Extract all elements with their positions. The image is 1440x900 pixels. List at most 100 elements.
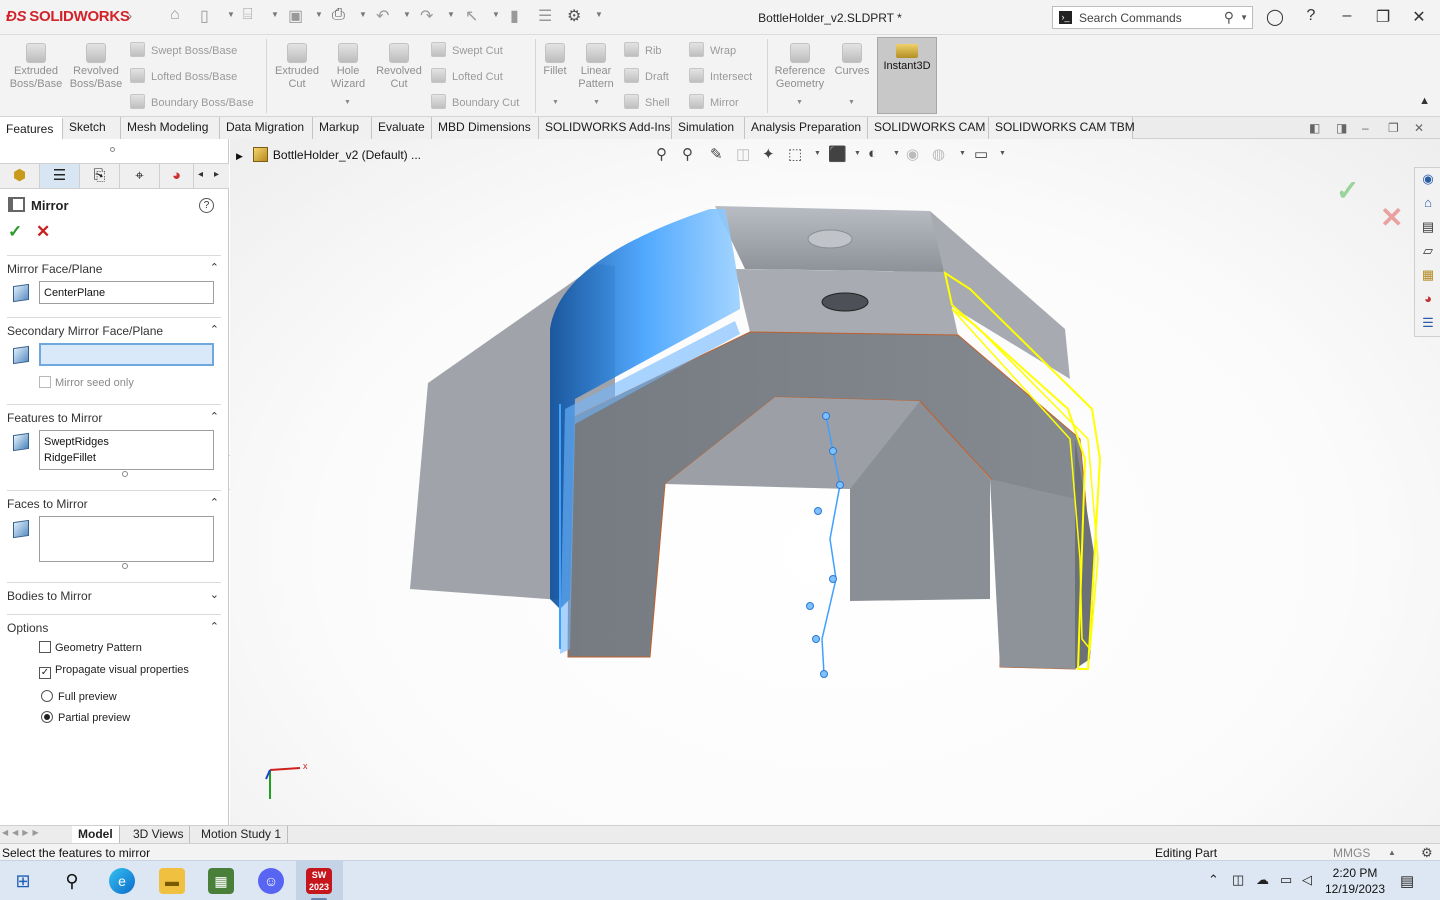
- search-input[interactable]: Search Commands: [1079, 11, 1182, 25]
- secondary-mirror-group[interactable]: Secondary Mirror Face/Plane ⌃: [7, 317, 221, 338]
- doc-restore-icon[interactable]: ❐: [1388, 121, 1399, 135]
- user-icon[interactable]: ◯: [1264, 7, 1286, 27]
- revolved-cut-button[interactable]: Revolved Cut: [372, 43, 426, 91]
- tab-solidworks-cam[interactable]: SOLIDWORKS CAM: [868, 117, 989, 139]
- ok-button[interactable]: ✓: [8, 222, 22, 242]
- doc-close-icon[interactable]: ✕: [1414, 121, 1424, 135]
- panel-grip[interactable]: [110, 147, 115, 152]
- mirror-button[interactable]: Mirror: [689, 94, 739, 109]
- chevron-down-icon[interactable]: ⌄: [210, 588, 219, 601]
- tab-motion-study[interactable]: Motion Study 1: [195, 826, 289, 844]
- search-icon[interactable]: ⚲: [59, 868, 85, 894]
- tab-analysis-preparation[interactable]: Analysis Preparation: [745, 117, 868, 139]
- tab-mesh-modeling[interactable]: Mesh Modeling: [121, 117, 220, 139]
- swept-cut-button[interactable]: Swept Cut: [431, 42, 503, 57]
- list-resize-handle[interactable]: [122, 471, 128, 477]
- units-dropdown-icon[interactable]: ▲: [1388, 848, 1396, 857]
- search-icon[interactable]: ⚲: [1224, 9, 1234, 26]
- mirror-seed-only-checkbox[interactable]: Mirror seed only: [39, 376, 134, 389]
- rebuild-status-icon[interactable]: ⚙: [1421, 845, 1433, 861]
- feature-manager-tab[interactable]: ⬢: [0, 164, 40, 188]
- unit-system[interactable]: MMGS: [1333, 846, 1370, 860]
- tab-markup[interactable]: Markup: [313, 117, 372, 139]
- chevron-up-icon[interactable]: ⌃: [210, 261, 219, 274]
- upper-hole[interactable]: [807, 229, 853, 249]
- close-icon[interactable]: ✕: [1408, 7, 1430, 27]
- lofted-boss-button[interactable]: Lofted Boss/Base: [130, 68, 237, 83]
- search-dropdown-icon[interactable]: ▼: [1240, 13, 1248, 22]
- linear-pattern-button[interactable]: Linear Pattern: [574, 43, 618, 91]
- help-icon[interactable]: ?: [199, 198, 214, 213]
- help-icon[interactable]: ?: [1300, 7, 1322, 25]
- tile-right-icon[interactable]: ◨: [1336, 121, 1347, 135]
- chevron-up-icon[interactable]: ⌃: [210, 620, 219, 633]
- reference-geometry-dropdown-icon[interactable]: ▼: [796, 99, 803, 106]
- dimxpert-tab[interactable]: ⌖: [120, 164, 160, 188]
- system-clock[interactable]: 2:20 PM 12/19/2023: [1322, 865, 1388, 897]
- options-group[interactable]: Options ⌃: [7, 614, 221, 635]
- lofted-cut-button[interactable]: Lofted Cut: [431, 68, 503, 83]
- shell-button[interactable]: Shell: [624, 94, 669, 109]
- solidworks-taskbar-icon[interactable]: SW 2023: [306, 868, 332, 894]
- tab-features[interactable]: Features: [0, 117, 63, 139]
- sketch-point[interactable]: [829, 575, 837, 583]
- display-manager-tab[interactable]: ◕: [160, 164, 194, 188]
- hole-wizard-dropdown-icon[interactable]: ▼: [344, 99, 351, 106]
- windows-start-icon[interactable]: ⊞: [10, 868, 36, 894]
- restore-icon[interactable]: ❐: [1372, 7, 1394, 27]
- cloud-icon[interactable]: ☁: [1256, 872, 1269, 888]
- features-list[interactable]: SweptRidges RidgeFillet: [39, 430, 214, 470]
- mirror-face-plane-group[interactable]: Mirror Face/Plane ⌃: [7, 255, 221, 276]
- features-to-mirror-group[interactable]: Features to Mirror ⌃: [7, 404, 221, 425]
- reference-geometry-button[interactable]: Reference Geometry: [771, 43, 829, 91]
- chevron-up-icon[interactable]: ⌃: [210, 496, 219, 509]
- configuration-manager-tab[interactable]: ⎘: [80, 164, 120, 188]
- curves-dropdown-icon[interactable]: ▼: [848, 99, 855, 106]
- meet-now-icon[interactable]: ◫: [1232, 872, 1244, 888]
- notifications-icon[interactable]: ▤: [1400, 872, 1414, 890]
- tab-model[interactable]: Model: [72, 826, 120, 844]
- network-icon[interactable]: ▭: [1280, 872, 1292, 888]
- minimize-icon[interactable]: –: [1336, 7, 1358, 25]
- list-item[interactable]: RidgeFillet: [44, 450, 209, 466]
- file-explorer-icon[interactable]: ▬: [159, 868, 185, 894]
- tab-evaluate[interactable]: Evaluate: [372, 117, 432, 139]
- revolved-boss-button[interactable]: Revolved Boss/Base: [68, 43, 124, 91]
- propagate-visual-checkbox[interactable]: ✓ Propagate visual properties: [39, 664, 189, 679]
- geometry-pattern-checkbox[interactable]: Geometry Pattern: [39, 641, 142, 654]
- draft-button[interactable]: Draft: [624, 68, 669, 83]
- secondary-mirror-field[interactable]: [39, 343, 214, 366]
- tab-solidworks-add-ins[interactable]: SOLIDWORKS Add-Ins: [539, 117, 672, 139]
- partial-preview-radio[interactable]: Partial preview: [41, 711, 130, 724]
- bodies-to-mirror-group[interactable]: Bodies to Mirror ⌄: [7, 582, 221, 603]
- rib-button[interactable]: Rib: [624, 42, 662, 57]
- search-commands[interactable]: ›_ Search Commands ⚲ ▼: [1052, 6, 1253, 29]
- sketch-point[interactable]: [812, 635, 820, 643]
- right-leg-face[interactable]: [990, 479, 1075, 669]
- boundary-cut-button[interactable]: Boundary Cut: [431, 94, 519, 109]
- discord-icon[interactable]: ☺: [258, 868, 284, 894]
- full-preview-radio[interactable]: Full preview: [41, 690, 117, 703]
- mirror-plane-field[interactable]: CenterPlane: [39, 281, 214, 304]
- faces-list[interactable]: [39, 516, 214, 562]
- swept-boss-button[interactable]: Swept Boss/Base: [130, 42, 237, 57]
- sketch-point[interactable]: [820, 670, 828, 678]
- minecraft-icon[interactable]: ▦: [208, 868, 234, 894]
- sketch-point[interactable]: [829, 447, 837, 455]
- lower-hole[interactable]: [821, 292, 869, 312]
- cancel-button[interactable]: ✕: [36, 222, 50, 242]
- tab-scroll-left-icon[interactable]: ◂: [198, 169, 203, 180]
- linear-pattern-dropdown-icon[interactable]: ▼: [593, 99, 600, 106]
- tab-scroll-right-icon[interactable]: ▸: [214, 169, 219, 180]
- chevron-up-icon[interactable]: ⌃: [210, 410, 219, 423]
- edge-browser-icon[interactable]: e: [109, 868, 135, 894]
- list-resize-handle[interactable]: [122, 563, 128, 569]
- sketch-point[interactable]: [822, 412, 830, 420]
- volume-icon[interactable]: ◁: [1302, 872, 1312, 888]
- hole-wizard-button[interactable]: Hole Wizard: [324, 43, 372, 91]
- doc-minimize-icon[interactable]: –: [1362, 121, 1369, 135]
- fillet-dropdown-icon[interactable]: ▼: [552, 99, 559, 106]
- instant3d-button[interactable]: Instant3D: [877, 37, 937, 114]
- tab-sketch[interactable]: Sketch: [63, 117, 121, 139]
- tray-chevron-icon[interactable]: ⌃: [1208, 872, 1219, 888]
